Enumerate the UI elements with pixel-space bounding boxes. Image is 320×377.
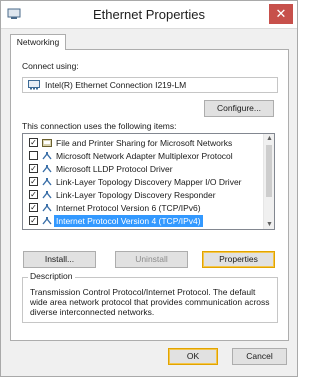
vertical-scrollbar[interactable]: ▲ ▼	[263, 134, 274, 229]
item-checkbox[interactable]: ✓	[29, 190, 38, 199]
protocol-icon	[42, 191, 52, 199]
install-button[interactable]: Install...	[23, 251, 96, 268]
protocol-icon	[42, 178, 52, 186]
list-item[interactable]: ✓ File and Printer Sharing for Microsoft…	[23, 137, 263, 149]
list-item[interactable]: Microsoft Network Adapter Multiplexor Pr…	[23, 150, 263, 162]
configure-button[interactable]: Configure...	[204, 100, 274, 117]
tab-networking[interactable]: Networking	[10, 34, 66, 50]
item-label: File and Printer Sharing for Microsoft N…	[56, 138, 233, 148]
item-checkbox[interactable]: ✓	[29, 138, 38, 147]
properties-button[interactable]: Properties	[202, 251, 275, 268]
list-item-selected[interactable]: ✓ Internet Protocol Version 4 (TCP/IPv4)	[23, 215, 263, 227]
list-item[interactable]: ✓ Link-Layer Topology Discovery Mapper I…	[23, 176, 263, 188]
item-label: Microsoft LLDP Protocol Driver	[56, 164, 173, 174]
item-checkbox[interactable]: ✓	[29, 203, 38, 212]
items-list[interactable]: ✓ File and Printer Sharing for Microsoft…	[22, 133, 275, 230]
ok-button[interactable]: OK	[168, 348, 218, 365]
close-button[interactable]: ✕	[269, 4, 293, 24]
description-text: Transmission Control Protocol/Internet P…	[30, 287, 270, 317]
protocol-icon	[42, 152, 52, 160]
item-label: Link-Layer Topology Discovery Mapper I/O…	[56, 177, 242, 187]
protocol-icon	[42, 165, 52, 173]
title-bar: Ethernet Properties ✕	[1, 1, 297, 29]
protocol-icon	[42, 217, 52, 225]
item-checkbox[interactable]: ✓	[29, 177, 38, 186]
item-label: Internet Protocol Version 4 (TCP/IPv4)	[54, 215, 203, 227]
window-title: Ethernet Properties	[92, 7, 205, 22]
scrollbar-thumb[interactable]	[266, 145, 272, 197]
list-item[interactable]: ✓ Link-Layer Topology Discovery Responde…	[23, 189, 263, 201]
adapter-name: Intel(R) Ethernet Connection I219-LM	[45, 80, 187, 90]
connect-using-label: Connect using:	[22, 61, 79, 71]
protocol-icon	[42, 204, 52, 212]
item-checkbox[interactable]: ✓	[29, 164, 38, 173]
list-item[interactable]: ✓ Microsoft LLDP Protocol Driver	[23, 163, 263, 175]
service-icon	[42, 139, 52, 147]
ethernet-properties-dialog: Ethernet Properties ✕ Networking Connect…	[0, 0, 298, 377]
network-adapter-icon	[28, 80, 40, 90]
scroll-down-arrow-icon[interactable]: ▼	[266, 221, 273, 228]
cancel-button[interactable]: Cancel	[232, 348, 287, 365]
item-checkbox[interactable]: ✓	[29, 216, 38, 225]
list-item[interactable]: ✓ Internet Protocol Version 6 (TCP/IPv6)	[23, 202, 263, 214]
uninstall-button[interactable]: Uninstall	[115, 251, 188, 268]
adapter-field: Intel(R) Ethernet Connection I219-LM	[22, 77, 278, 93]
item-label: Internet Protocol Version 6 (TCP/IPv6)	[56, 203, 201, 213]
item-label: Link-Layer Topology Discovery Responder	[56, 190, 216, 200]
description-legend: Description	[28, 271, 75, 281]
items-section-label: This connection uses the following items…	[22, 121, 177, 131]
scroll-up-arrow-icon[interactable]: ▲	[266, 135, 273, 142]
item-label: Microsoft Network Adapter Multiplexor Pr…	[56, 151, 233, 161]
item-checkbox[interactable]	[29, 151, 38, 160]
